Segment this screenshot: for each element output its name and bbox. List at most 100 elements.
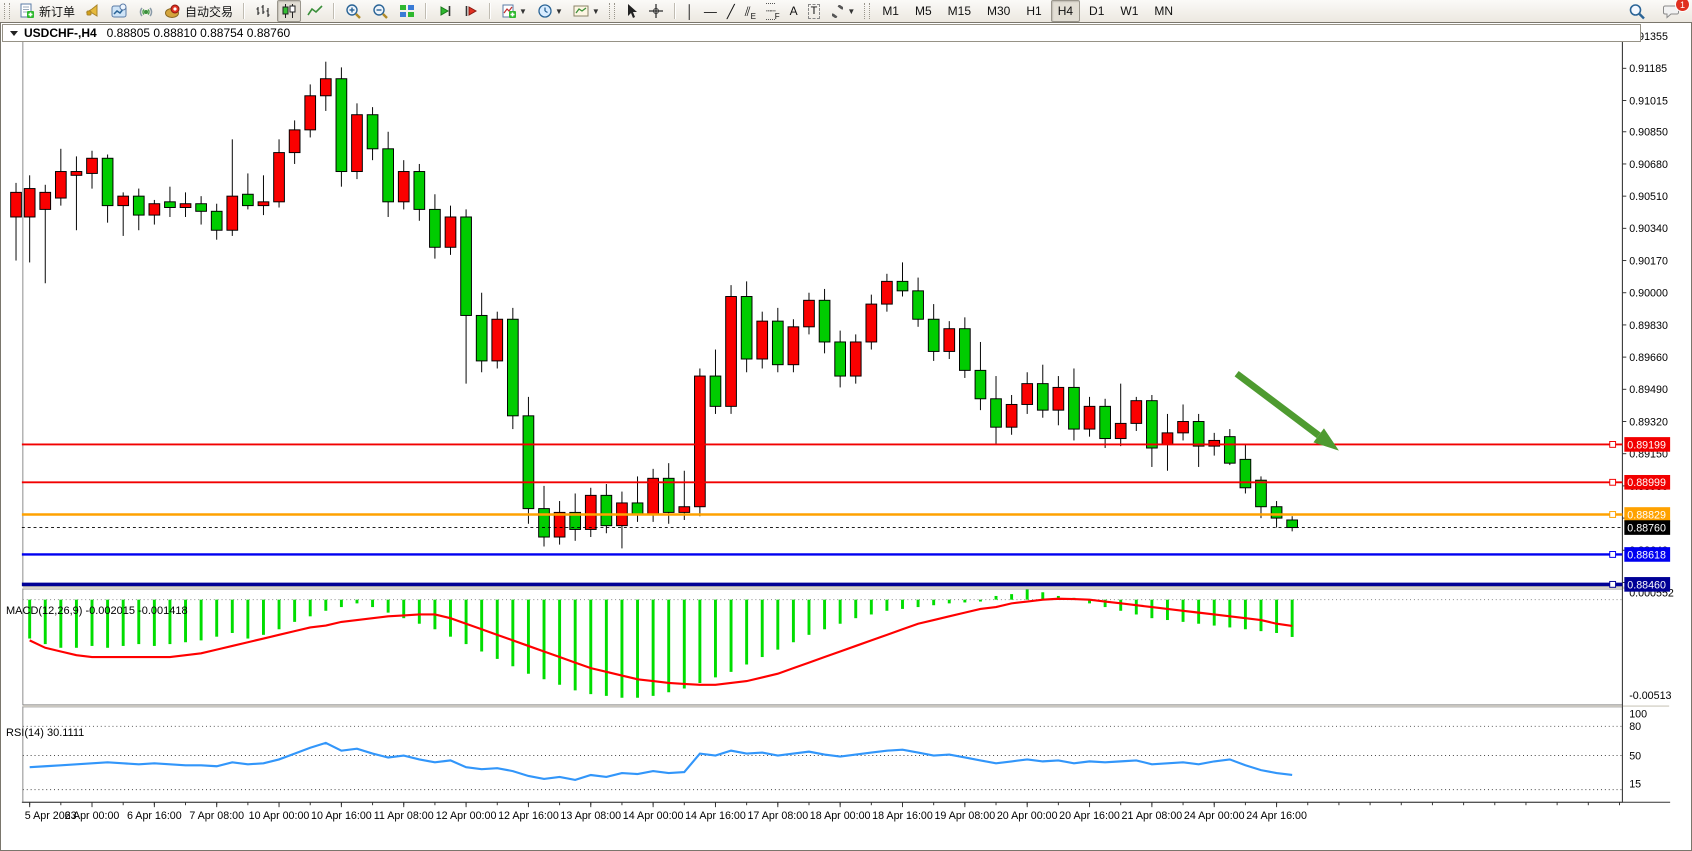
candle-bearish — [523, 416, 534, 509]
svg-text:0.90000: 0.90000 — [1629, 288, 1668, 300]
notifications-button[interactable]: 1 — [1659, 0, 1685, 22]
candle-bullish — [492, 319, 503, 361]
svg-text:0.90510: 0.90510 — [1629, 191, 1668, 203]
candle-bullish — [695, 376, 706, 507]
candle-bullish — [149, 204, 160, 215]
one-click-trading-toggle[interactable] — [10, 31, 18, 36]
line-handle[interactable] — [1610, 581, 1616, 587]
svg-text:80: 80 — [1629, 721, 1641, 733]
new-order-button[interactable]: 新订单 — [15, 0, 79, 22]
candle-bearish — [991, 399, 1002, 427]
horizontal-line-tool[interactable]: — — [700, 0, 721, 22]
chart-title-bar: USDCHF-,H4 0.88805 0.88810 0.88754 0.887… — [2, 24, 1641, 42]
candle-bullish — [648, 478, 659, 514]
alerts-button[interactable] — [81, 0, 105, 22]
svg-text:10 Apr 16:00: 10 Apr 16:00 — [311, 810, 372, 822]
text-label-tool[interactable]: T — [804, 0, 825, 22]
timeframe-m15[interactable]: M15 — [941, 0, 978, 22]
candle-bearish — [772, 321, 783, 365]
candle-bearish — [243, 194, 254, 205]
tile-windows-button[interactable] — [395, 0, 419, 22]
timeframe-h1[interactable]: H1 — [1019, 0, 1048, 22]
vertical-line-tool[interactable]: │ — [682, 0, 698, 22]
market-watch-button[interactable] — [107, 0, 132, 22]
candle-bearish — [383, 149, 394, 202]
line-handle[interactable] — [1610, 512, 1616, 518]
svg-text:0.88999: 0.88999 — [1627, 477, 1666, 489]
svg-text:0.90170: 0.90170 — [1629, 255, 1668, 267]
candle-bearish — [959, 329, 970, 371]
fibonacci-tool[interactable]: ┄┄ F — [762, 0, 784, 22]
svg-text:12 Apr 00:00: 12 Apr 00:00 — [436, 810, 497, 822]
candle-bullish — [1053, 387, 1064, 410]
search-icon — [1628, 3, 1646, 20]
candle-bullish — [757, 321, 768, 359]
candle-bearish — [336, 79, 347, 172]
timeframe-d1[interactable]: D1 — [1082, 0, 1111, 22]
svg-text:17 Apr 08:00: 17 Apr 08:00 — [747, 810, 808, 822]
chart-shift-button[interactable] — [459, 0, 483, 22]
candlestick-chart-button[interactable] — [277, 0, 301, 22]
candle-bearish — [476, 315, 487, 360]
timeframe-m5[interactable]: M5 — [908, 0, 939, 22]
auto-scroll-button[interactable] — [433, 0, 457, 22]
svg-text:11 Apr 08:00: 11 Apr 08:00 — [374, 810, 434, 822]
periods-button[interactable]: ▼ — [533, 0, 567, 22]
bar-chart-icon — [255, 3, 271, 19]
signals-button[interactable] — [134, 0, 158, 22]
toolbar-separator — [333, 3, 335, 19]
line-chart-button[interactable] — [303, 0, 327, 22]
candle-bullish — [320, 79, 331, 96]
timeframe-m1[interactable]: M1 — [875, 0, 906, 22]
text-tool[interactable]: A — [786, 0, 802, 22]
candle-bearish — [211, 211, 222, 230]
candle-bearish — [367, 115, 378, 149]
dropdown-caret-icon: ▼ — [555, 7, 563, 16]
bar-chart-button[interactable] — [251, 0, 275, 22]
chart-canvas[interactable]: 0.913550.911850.910150.908500.906800.905… — [0, 22, 1692, 851]
market-watch-icon — [111, 3, 128, 19]
timeframe-w1[interactable]: W1 — [1113, 0, 1145, 22]
candle-bullish — [352, 115, 363, 172]
arrows-tool[interactable]: ▼ — [826, 0, 859, 22]
channel-tool[interactable]: ⫽ E — [741, 0, 760, 22]
candle-bullish — [850, 342, 861, 376]
templates-button[interactable]: ▼ — [569, 0, 604, 22]
candle-bullish — [305, 96, 316, 130]
svg-text:6 Apr 16:00: 6 Apr 16:00 — [127, 810, 182, 822]
candle-bullish — [726, 297, 737, 407]
signal-icon — [138, 3, 154, 19]
candle-bearish — [835, 342, 846, 376]
candle-bearish — [1287, 520, 1298, 528]
autotrading-button[interactable]: 自动交易 — [160, 0, 237, 22]
candle-bearish — [741, 297, 752, 359]
text-tool-icon: A — [790, 5, 798, 18]
search-button[interactable] — [1624, 0, 1650, 22]
dropdown-caret-icon: ▼ — [519, 7, 527, 16]
chart-ohlc-quote: 0.88805 0.88810 0.88754 0.88760 — [107, 26, 291, 40]
candle-bullish — [1084, 406, 1095, 429]
zoom-out-button[interactable] — [368, 0, 393, 22]
candle-bullish — [1162, 433, 1173, 444]
cursor-tool-button[interactable] — [620, 0, 642, 22]
timeframe-m30[interactable]: M30 — [980, 0, 1017, 22]
crosshair-tool-button[interactable] — [644, 0, 668, 22]
svg-text:12 Apr 16:00: 12 Apr 16:00 — [498, 810, 559, 822]
line-handle[interactable] — [1610, 552, 1616, 558]
text-label-icon: T — [808, 4, 821, 19]
timeframe-mn[interactable]: MN — [1147, 0, 1180, 22]
candle-bearish — [1271, 507, 1282, 518]
zoom-in-button[interactable] — [341, 0, 366, 22]
svg-text:-0.00513: -0.00513 — [1629, 690, 1671, 702]
line-handle[interactable] — [1610, 441, 1616, 447]
candle-bearish — [133, 196, 144, 215]
timeframe-h4[interactable]: H4 — [1051, 0, 1080, 22]
svg-text:24 Apr 00:00: 24 Apr 00:00 — [1184, 810, 1245, 822]
macd-indicator-label: MACD(12,26,9) -0.002015 -0.001418 — [6, 605, 188, 617]
candle-bearish — [1069, 387, 1080, 429]
trendline-tool[interactable]: ╱ — [723, 0, 739, 22]
horn-icon — [85, 3, 101, 19]
line-handle[interactable] — [1610, 479, 1616, 485]
indicators-button[interactable]: ▼ — [497, 0, 531, 22]
candle-bearish — [1224, 437, 1235, 464]
